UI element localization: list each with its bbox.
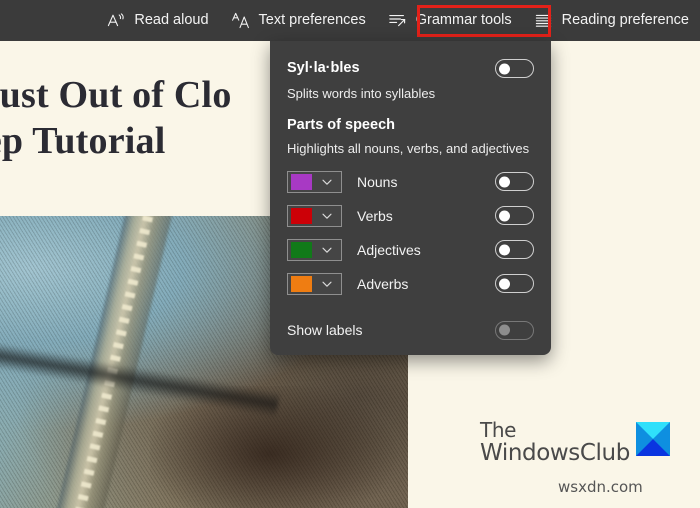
chevron-down-icon [312, 277, 341, 291]
color-picker-adverbs[interactable] [287, 272, 342, 295]
show-labels-row: Show labels [270, 320, 551, 340]
color-picker-nouns[interactable] [287, 170, 342, 193]
chevron-down-icon [312, 175, 341, 189]
color-swatch [291, 207, 312, 224]
page-title-line2: tep Tutorial [0, 120, 166, 163]
grammar-tools-icon [388, 11, 407, 30]
color-swatch [291, 241, 312, 258]
adverbs-toggle[interactable] [495, 274, 534, 293]
verbs-toggle[interactable] [495, 206, 534, 225]
show-labels-toggle-knob [499, 324, 510, 336]
immersive-reader-toolbar: Read aloud Text preferences Grammar tool [0, 0, 700, 41]
parts-of-speech-row: Verbs [287, 204, 534, 227]
watermark-line1: The [480, 418, 516, 442]
toggle-knob [499, 244, 510, 255]
syllables-title: Syl·la·bles [287, 60, 360, 77]
watermark: The WindowsClub [480, 420, 680, 465]
syllables-description: Splits words into syllables [287, 86, 436, 101]
show-labels-label: Show labels [287, 322, 363, 338]
site-credit: wsxdn.com [558, 478, 643, 496]
parts-of-speech-label: Adverbs [357, 275, 409, 292]
chevron-down-icon [312, 243, 341, 257]
photo-shadow [150, 386, 408, 508]
color-picker-adjectives[interactable] [287, 238, 342, 261]
nouns-toggle[interactable] [495, 172, 534, 191]
toolbar-item-text-preferences[interactable]: Text preferences [220, 0, 377, 41]
chevron-down-icon [312, 209, 341, 223]
toolbar-item-grammar-tools[interactable]: Grammar tools [377, 0, 523, 41]
color-picker-verbs[interactable] [287, 204, 342, 227]
text-preferences-icon [231, 11, 250, 30]
toolbar-item-reading-preferences-label: Reading preference [561, 12, 689, 29]
syllables-section: Syl·la·bles Splits words into syllables [270, 41, 551, 100]
parts-of-speech-row: Adjectives [287, 238, 534, 261]
toggle-knob [499, 278, 510, 289]
watermark-line2: WindowsClub [480, 440, 630, 466]
toolbar-item-reading-preferences[interactable]: Reading preference [523, 0, 700, 41]
toolbar-item-read-aloud[interactable]: Read aloud [95, 0, 219, 41]
parts-of-speech-row: Nouns [287, 170, 534, 193]
parts-of-speech-description: Highlights all nouns, verbs, and adjecti… [287, 140, 530, 156]
page-title-line1: Rust Out of Clo [0, 74, 232, 116]
adjectives-toggle[interactable] [495, 240, 534, 259]
parts-of-speech-label: Adjectives [357, 241, 421, 258]
toolbar-item-text-preferences-label: Text preferences [258, 12, 366, 29]
syllables-toggle[interactable] [495, 59, 534, 78]
color-swatch [291, 275, 312, 292]
toggle-knob [499, 176, 510, 187]
parts-of-speech-rows: Nouns Verbs Adjectives Adverbs [270, 155, 551, 295]
toolbar-item-read-aloud-label: Read aloud [134, 12, 209, 29]
color-swatch [291, 173, 312, 190]
toolbar-item-grammar-tools-label: Grammar tools [415, 12, 512, 29]
parts-of-speech-label: Nouns [357, 173, 398, 190]
parts-of-speech-label: Verbs [357, 207, 393, 224]
windowsclub-logo-icon [635, 422, 670, 456]
syllables-toggle-knob [499, 63, 510, 74]
parts-of-speech-section: Parts of speech Highlights all nouns, ve… [270, 100, 551, 155]
show-labels-toggle[interactable] [495, 320, 534, 340]
parts-of-speech-row: Adverbs [287, 272, 534, 295]
toggle-knob [499, 210, 510, 221]
grammar-tools-panel: Syl·la·bles Splits words into syllables … [270, 41, 551, 355]
read-aloud-icon [106, 11, 125, 30]
reading-preferences-icon [534, 11, 553, 30]
parts-of-speech-title: Parts of speech [287, 117, 395, 133]
